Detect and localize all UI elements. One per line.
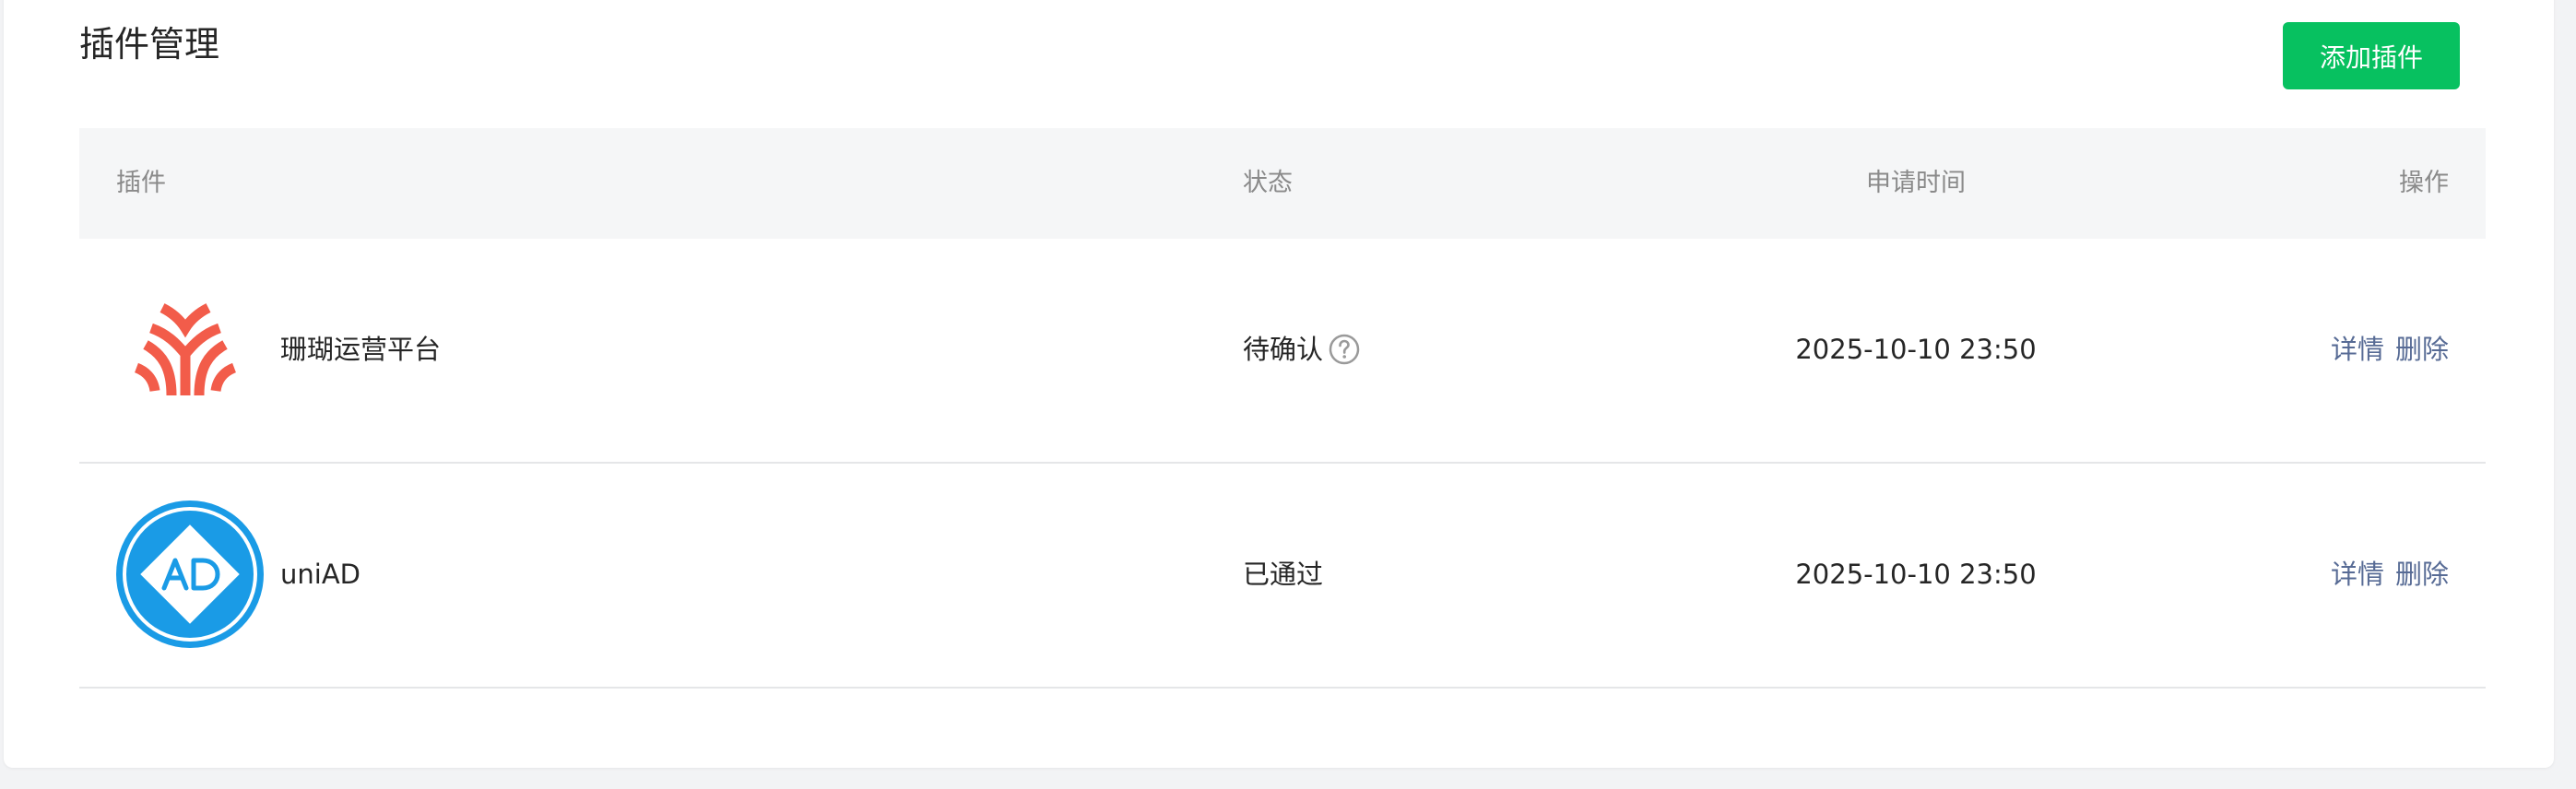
header-operations: 操作	[2399, 169, 2449, 197]
add-plugin-button[interactable]: 添加插件	[2283, 22, 2460, 89]
uniad-logo-icon	[116, 464, 264, 685]
delete-link[interactable]: 删除	[2395, 464, 2449, 685]
delete-link[interactable]: 删除	[2395, 239, 2449, 460]
status-text: 已通过	[1243, 559, 1324, 590]
question-circle-icon[interactable]	[1329, 334, 1360, 365]
plugin-management-card: 插件管理 添加插件 插件 状态 申请时间 操作 珊瑚运营平台 待确认 2025-…	[4, 0, 2554, 768]
operations-cell: 详情 删除	[2331, 464, 2449, 685]
header-plugin: 插件	[116, 169, 166, 197]
status-text: 待确认	[1243, 334, 1324, 365]
table-row: uniAD 已通过 2025-10-10 23:50 详情 删除	[79, 464, 2486, 689]
detail-link[interactable]: 详情	[2331, 464, 2384, 685]
apply-time: 2025-10-10 23:50	[1795, 334, 2037, 365]
apply-time: 2025-10-10 23:50	[1795, 559, 2037, 590]
operations-cell: 详情 删除	[2331, 239, 2449, 460]
header-apply-time: 申请时间	[1866, 169, 1966, 197]
header-status: 状态	[1243, 169, 1293, 197]
table-row: 珊瑚运营平台 待确认 2025-10-10 23:50 详情 删除	[79, 239, 2486, 464]
status-cell: 待确认	[1243, 239, 1360, 460]
page-title: 插件管理	[79, 24, 220, 65]
table-header: 插件 状态 申请时间 操作	[79, 128, 2486, 239]
plugin-name: 珊瑚运营平台	[280, 334, 442, 365]
plugin-table: 插件 状态 申请时间 操作 珊瑚运营平台 待确认 2025-10-10 23:5…	[79, 128, 2486, 689]
plugin-name: uniAD	[280, 559, 360, 590]
detail-link[interactable]: 详情	[2331, 239, 2384, 460]
coral-logo-icon	[135, 239, 236, 460]
